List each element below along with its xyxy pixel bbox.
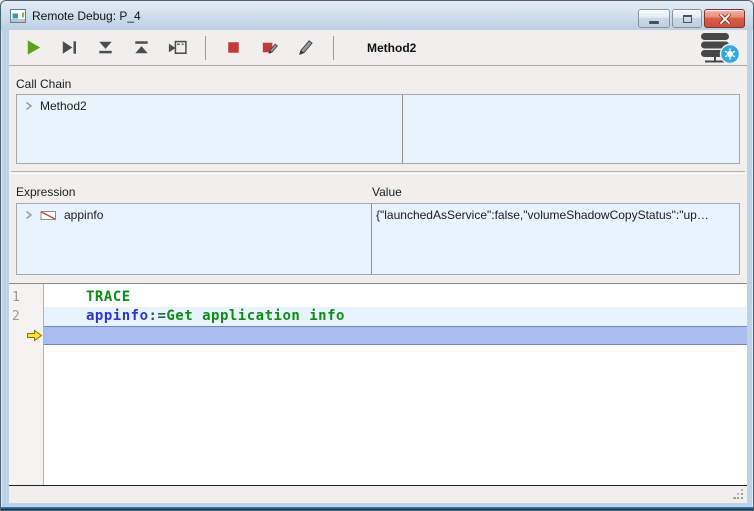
code-token: :=	[149, 308, 167, 324]
step-over-icon	[59, 37, 80, 58]
play-icon	[23, 37, 44, 58]
minimize-icon	[649, 21, 659, 24]
value-pane[interactable]: {"launchedAsService":false,"volumeShadow…	[372, 204, 739, 274]
edit-pencil-icon	[295, 37, 316, 58]
close-icon	[719, 14, 731, 24]
step-into-button[interactable]	[95, 37, 116, 58]
call-chain-detail-pane[interactable]	[403, 95, 739, 163]
maximize-button[interactable]	[672, 9, 702, 28]
value-header: Value	[372, 185, 402, 199]
step-over-button[interactable]	[59, 37, 80, 58]
expression-name: appinfo	[64, 208, 103, 222]
expression-list[interactable]: appinfo	[17, 204, 372, 274]
abort-edit-icon	[259, 37, 280, 58]
client-area: Method2 Call Chain Method2	[9, 30, 747, 503]
step-out-icon	[131, 37, 152, 58]
call-chain-list[interactable]: Method2	[17, 95, 403, 163]
code-line[interactable]: 1 TRACE	[9, 288, 747, 307]
expression-row[interactable]: appinfo	[17, 204, 371, 226]
code-token: Get application info	[166, 308, 345, 324]
titlebar[interactable]: Remote Debug: P_4	[1, 1, 753, 30]
chevron-right-icon[interactable]	[25, 210, 33, 220]
app-window-icon[interactable]	[10, 8, 26, 24]
abort-and-edit-button[interactable]	[259, 37, 280, 58]
code-token: TRACE	[86, 289, 131, 305]
step-into-icon	[95, 37, 116, 58]
debugged-database-icon	[695, 32, 741, 65]
code-token: appinfo	[86, 308, 149, 324]
code-editor[interactable]: 1 TRACE 2 appinfo:=Get application info	[9, 283, 747, 485]
minimize-button[interactable]	[638, 9, 670, 28]
edit-button[interactable]	[295, 37, 316, 58]
execution-pointer-icon	[26, 329, 43, 342]
toolbar-separator	[333, 36, 334, 60]
window-title: Remote Debug: P_4	[32, 9, 141, 23]
line-number[interactable]: 2	[9, 307, 44, 326]
maximize-icon	[683, 15, 692, 23]
current-method-label: Method2	[367, 41, 416, 55]
abort-icon	[223, 37, 244, 58]
remote-debug-window: Remote Debug: P_4	[0, 0, 754, 511]
execution-line[interactable]	[9, 326, 747, 345]
resize-grip[interactable]	[733, 490, 742, 499]
call-chain-panels: Method2	[16, 94, 740, 164]
call-chain-item[interactable]: Method2	[17, 95, 402, 117]
expression-header: Expression	[16, 185, 75, 199]
close-button[interactable]	[704, 9, 745, 28]
line-number[interactable]: 1	[9, 288, 44, 307]
step-into-process-icon	[167, 37, 188, 58]
chevron-right-icon[interactable]	[25, 101, 33, 111]
step-out-button[interactable]	[131, 37, 152, 58]
step-into-process-button[interactable]	[167, 37, 188, 58]
no-trace-button[interactable]	[23, 37, 44, 58]
watch-panels: appinfo {"launchedAsService":false,"volu…	[16, 203, 740, 275]
toolbar-separator	[205, 36, 206, 60]
status-bar	[9, 485, 747, 503]
expression-value[interactable]: {"launchedAsService":false,"volumeShadow…	[372, 204, 739, 222]
window-bottom-edge	[1, 507, 753, 510]
horizontal-splitter[interactable]	[11, 171, 745, 174]
call-chain-label: Call Chain	[16, 77, 71, 91]
call-chain-item-label: Method2	[40, 99, 87, 113]
object-type-icon	[40, 210, 57, 221]
execution-gutter-cell[interactable]	[9, 326, 44, 345]
code-line[interactable]: 2 appinfo:=Get application info	[9, 307, 747, 326]
abort-button[interactable]	[223, 37, 244, 58]
